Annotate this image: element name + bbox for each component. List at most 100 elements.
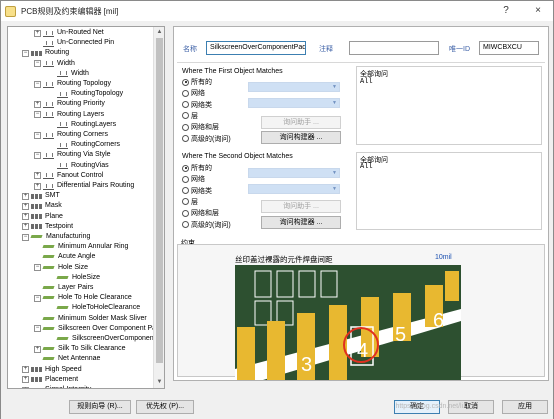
tree-item[interactable]: Acute Angle [34,252,95,262]
priority-button[interactable]: 优先权 (P)... [136,400,194,414]
expand-icon[interactable]: + [34,345,41,353]
radio-indicator[interactable] [182,123,189,131]
tree-item[interactable]: RoutingVias [48,161,109,171]
tree-item[interactable]: Layer Pairs [34,283,93,293]
collapse-icon[interactable]: − [34,151,41,159]
tree-item[interactable]: − Manufacturing [22,232,90,242]
tree-item[interactable]: + Plane [22,212,63,222]
radio-indicator[interactable] [182,221,189,228]
tree-item[interactable]: − Routing [22,48,69,58]
radio-indicator[interactable] [182,198,189,206]
collapse-icon[interactable]: − [34,111,41,119]
tree-item[interactable]: RoutingTopology [48,89,123,99]
expand-icon[interactable]: + [22,213,29,221]
tree-scrollbar[interactable]: ▲ ▼ [153,27,164,388]
tree-item[interactable]: − Hole To Hole Clearance [34,293,132,303]
first-net-combo[interactable]: ▼ [248,82,340,92]
tree-item[interactable]: + Mask [22,201,62,211]
second_match-radio[interactable]: 网络类 [182,186,212,196]
collapse-icon[interactable]: − [34,294,41,302]
first_match-radio[interactable]: 层 [182,111,198,121]
tree-item[interactable]: + High Speed [22,365,82,375]
comment-field[interactable] [349,41,439,55]
second-query-builder-button[interactable]: 询问构建器 ... [261,216,341,229]
first_match-radio[interactable]: 所有的 [182,77,212,87]
tree-item[interactable]: − Routing Layers [34,110,104,120]
expand-icon[interactable]: + [22,192,29,200]
second_match-radio[interactable]: 网络 [182,174,205,184]
first_match-radio[interactable]: 网络 [182,88,205,98]
second_match-radio[interactable]: 高级的(询问) [182,220,231,230]
tree-item[interactable]: + Signal Integrity [22,385,91,388]
expand-icon[interactable]: + [34,182,41,190]
expand-icon[interactable]: + [22,386,29,388]
second-netclass-combo[interactable]: ▼ [248,184,340,194]
help-icon[interactable]: ? [497,3,515,19]
radio-indicator[interactable] [182,89,189,97]
collapse-icon[interactable]: − [22,49,29,57]
expand-icon[interactable]: + [22,202,29,210]
apply-button[interactable]: 应用 [502,400,548,414]
tree-item[interactable]: − Silkscreen Over Component Pads [34,324,153,334]
tree-item[interactable]: + Routing Priority [34,99,105,109]
radio-indicator[interactable] [182,78,189,86]
tree-item[interactable]: − Routing Via Style [34,150,111,160]
expand-icon[interactable]: + [22,376,29,384]
tree-item[interactable]: Width [48,69,89,79]
collapse-icon[interactable]: − [34,264,41,272]
radio-indicator[interactable] [182,164,189,172]
first-query-builder-button[interactable]: 询问构建器 ... [261,131,341,144]
tree-item[interactable]: Un-Connected Pin [34,38,114,48]
tree-item[interactable]: + Differential Pairs Routing [34,181,134,191]
expand-icon[interactable]: + [22,223,29,231]
tree-item[interactable]: − Routing Corners [34,130,108,140]
expand-icon[interactable]: + [22,366,29,374]
radio-indicator[interactable] [182,187,189,195]
second-net-combo[interactable]: ▼ [248,168,340,178]
first-netclass-combo[interactable]: ▼ [248,98,340,108]
first_match-radio[interactable]: 高级的(询问) [182,134,231,144]
tree-item[interactable]: + Un-Routed Net [34,28,104,38]
second-query-helper-button[interactable]: 询问助手 ... [261,200,341,213]
expand-icon[interactable]: + [34,172,41,180]
radio-indicator[interactable] [182,101,189,109]
second_match-radio[interactable]: 网络和层 [182,208,219,218]
tree-item[interactable]: − Routing Topology [34,79,111,89]
tree-item[interactable]: RoutingLayers [48,120,116,130]
tree-item[interactable]: Minimum Solder Mask Sliver [34,314,147,324]
second_match-radio[interactable]: 所有的 [182,163,212,173]
collapse-icon[interactable]: − [34,325,41,333]
unique-id-field[interactable]: MIWCBXCU [479,41,539,55]
name-field[interactable]: SilkscreenOverComponentPads [206,41,306,55]
radio-indicator[interactable] [182,112,189,120]
tree-item[interactable]: + Testpoint [22,222,73,232]
tree-item[interactable]: SilkscreenOverComponentPad [48,334,153,344]
collapse-icon[interactable]: − [22,233,29,241]
tree-item[interactable]: Net Antennae [34,354,100,364]
tree-item[interactable]: HoleSize [48,273,100,283]
tree-item[interactable]: − Width [34,59,75,69]
collapse-icon[interactable]: − [34,80,41,88]
tree-item[interactable]: − Hole Size [34,263,88,273]
tree-item[interactable]: + Placement [22,375,78,385]
first-query-helper-button[interactable]: 询问助手 ... [261,116,341,129]
scroll-thumb[interactable] [156,38,163,363]
clearance-value[interactable]: 10mil [435,254,452,261]
tree-item[interactable]: RoutingCorners [48,140,120,150]
tree-item[interactable]: + SMT [22,191,60,201]
scroll-down-icon[interactable]: ▼ [154,377,164,388]
radio-indicator[interactable] [182,175,189,183]
radio-indicator[interactable] [182,135,189,142]
collapse-icon[interactable]: − [34,131,41,139]
rule-wizard-button[interactable]: 规则向导 (R)... [69,400,131,414]
collapse-icon[interactable]: − [34,60,41,68]
close-icon[interactable]: × [529,3,547,19]
scroll-up-icon[interactable]: ▲ [154,27,164,38]
tree-item[interactable]: Minimum Annular Ring [34,242,128,252]
first_match-radio[interactable]: 网络和层 [182,122,219,132]
tree-item[interactable]: + Silk To Silk Clearance [34,344,126,354]
expand-icon[interactable]: + [34,29,41,37]
radio-indicator[interactable] [182,209,189,217]
tree-item[interactable]: HoleToHoleClearance [48,303,140,313]
second_match-radio[interactable]: 层 [182,197,198,207]
